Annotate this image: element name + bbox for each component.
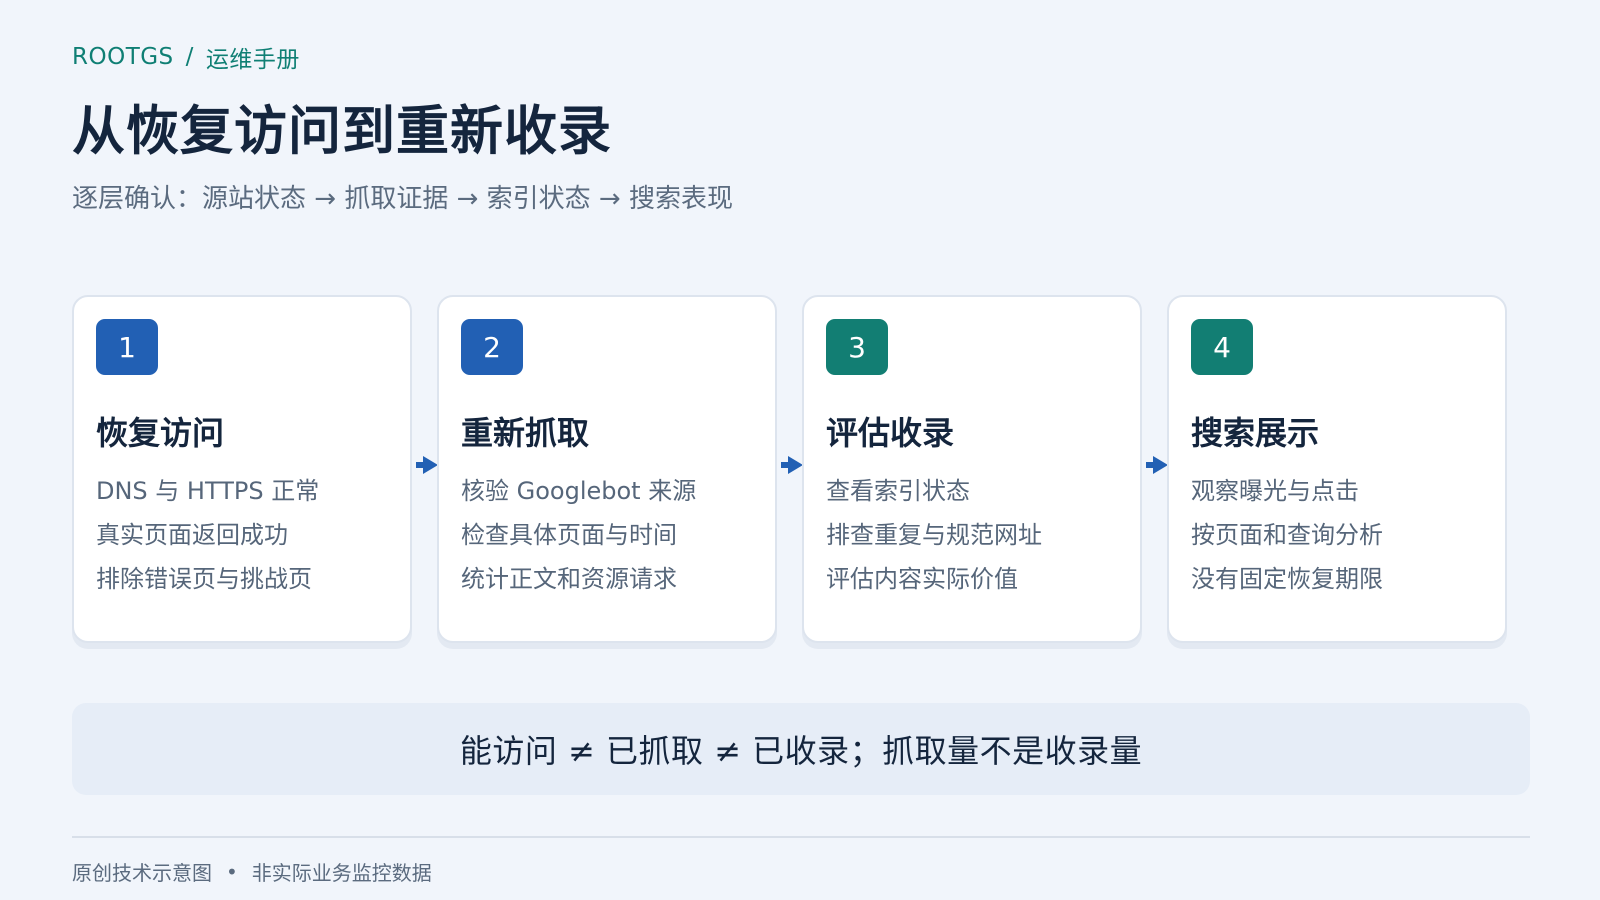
step-checklist: 核验 Googlebot 来源 检查具体页面与时间 统计正文和资源请求: [461, 469, 753, 601]
breadcrumb-separator: /: [185, 44, 194, 70]
step-line: 真实页面返回成功: [96, 521, 288, 549]
step-card-1: 1 恢复访问 DNS 与 HTTPS 正常 真实页面返回成功 排除错误页与挑战页: [72, 295, 412, 643]
step-line: 统计正文和资源请求: [461, 565, 677, 593]
step-checklist: 查看索引状态 排查重复与规范网址 评估内容实际价值: [826, 469, 1118, 601]
process-steps: 1 恢复访问 DNS 与 HTTPS 正常 真实页面返回成功 排除错误页与挑战页…: [72, 295, 1530, 645]
step-line: 评估内容实际价值: [826, 565, 1018, 593]
step-title: 搜索展示: [1191, 414, 1320, 452]
step-number-badge: 4: [1191, 319, 1253, 375]
step-line: 核验 Googlebot 来源: [461, 477, 697, 505]
step-title: 评估收录: [826, 414, 955, 452]
step-number-badge: 3: [826, 319, 888, 375]
footer-right-text: 非实际业务监控数据: [251, 861, 432, 885]
step-line: 观察曝光与点击: [1191, 477, 1359, 505]
step-line: DNS 与 HTTPS 正常: [96, 477, 320, 505]
step-card-3: 3 评估收录 查看索引状态 排查重复与规范网址 评估内容实际价值: [802, 295, 1142, 643]
page-title: 从恢复访问到重新收录: [72, 101, 612, 162]
step-checklist: 观察曝光与点击 按页面和查询分析 没有固定恢复期限: [1191, 469, 1483, 601]
step-checklist: DNS 与 HTTPS 正常 真实页面返回成功 排除错误页与挑战页: [96, 469, 388, 601]
step-number-badge: 2: [461, 319, 523, 375]
step-title: 恢复访问: [96, 414, 225, 452]
step-line: 按页面和查询分析: [1191, 521, 1383, 549]
breadcrumb-brand[interactable]: ROOTGS: [72, 44, 174, 70]
step-card-2: 2 重新抓取 核验 Googlebot 来源 检查具体页面与时间 统计正文和资源…: [437, 295, 777, 643]
breadcrumb-section[interactable]: 运维手册: [206, 40, 300, 74]
step-title: 重新抓取: [461, 414, 590, 452]
step-line: 查看索引状态: [826, 477, 970, 505]
footer-left-text: 原创技术示意图: [72, 861, 212, 885]
breadcrumb: ROOTGS / 运维手册: [72, 40, 300, 74]
step-line: 检查具体页面与时间: [461, 521, 677, 549]
footer-dot: •: [226, 859, 238, 884]
step-number-badge: 1: [96, 319, 158, 375]
page-subtitle: 逐层确认：源站状态 → 抓取证据 → 索引状态 → 搜索表现: [72, 184, 733, 214]
step-line: 排查重复与规范网址: [826, 521, 1042, 549]
step-card-4: 4 搜索展示 观察曝光与点击 按页面和查询分析 没有固定恢复期限: [1167, 295, 1507, 643]
footer-note: 原创技术示意图 • 非实际业务监控数据: [72, 857, 432, 886]
summary-callout: 能访问 ≠ 已抓取 ≠ 已收录；抓取量不是收录量: [72, 703, 1530, 795]
step-line: 排除错误页与挑战页: [96, 565, 312, 593]
step-line: 没有固定恢复期限: [1191, 565, 1383, 593]
footer-divider: [72, 836, 1530, 838]
